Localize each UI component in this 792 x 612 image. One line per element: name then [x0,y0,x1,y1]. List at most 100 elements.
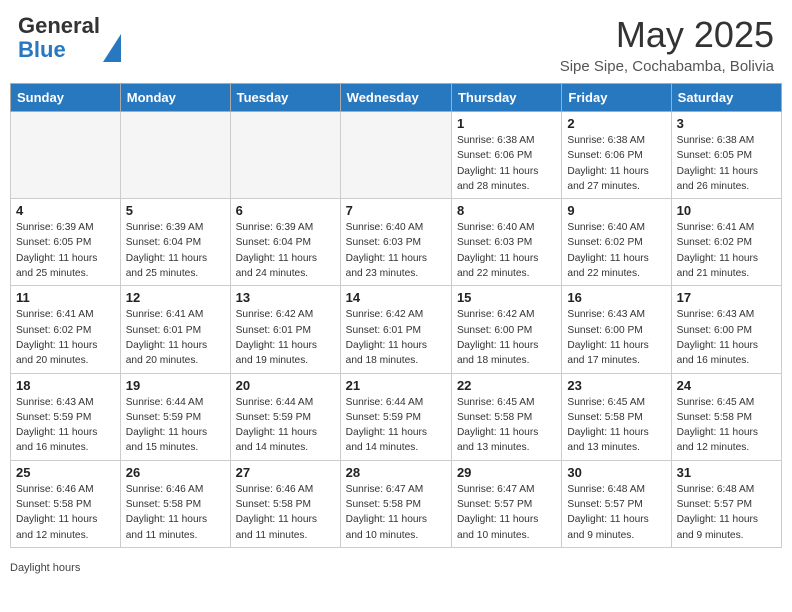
day-info: Sunrise: 6:38 AMSunset: 6:06 PMDaylight:… [457,133,556,194]
calendar-cell: 23Sunrise: 6:45 AMSunset: 5:58 PMDayligh… [562,373,671,460]
day-info: Sunrise: 6:41 AMSunset: 6:02 PMDaylight:… [16,307,115,368]
day-number: 14 [346,290,446,305]
day-info: Sunrise: 6:41 AMSunset: 6:01 PMDaylight:… [126,307,225,368]
day-number: 29 [457,465,556,480]
calendar-cell: 14 Sunrise: 6:42 AMSunset: 6:01 PMDayligh… [340,286,451,373]
day-number: 4 [16,203,115,218]
col-thursday: Thursday [451,84,561,112]
calendar-cell: 27 Sunrise: 6:46 AMSunset: 5:58 PMDayligh… [230,460,340,547]
calendar-cell: 2 Sunrise: 6:38 AMSunset: 6:06 PMDaylight… [562,112,671,199]
calendar-cell: 9Sunrise: 6:40 AMSunset: 6:02 PMDaylight… [562,199,671,286]
day-info: Sunrise: 6:39 AMSunset: 6:05 PMDaylight:… [16,220,115,281]
day-info: Sunrise: 6:39 AMSunset: 6:04 PMDaylight:… [236,220,335,281]
calendar-cell [120,112,230,199]
calendar-week-3: 11 Sunrise: 6:41 AMSunset: 6:02 PMDayligh… [11,286,782,373]
day-number: 11 [16,290,115,305]
calendar-cell: 22 Sunrise: 6:45 AMSunset: 5:58 PMDayligh… [451,373,561,460]
logo-general: General [18,13,100,38]
day-number: 31 [677,465,776,480]
calendar-cell: 15Sunrise: 6:42 AMSunset: 6:00 PMDayligh… [451,286,561,373]
logo-triangle-icon [103,34,121,62]
day-number: 13 [236,290,335,305]
header: General Blue May 2025 Sipe Sipe, Cochaba… [0,0,792,83]
day-number: 5 [126,203,225,218]
calendar-cell: 31 Sunrise: 6:48 AMSunset: 5:57 PMDayligh… [671,460,781,547]
day-number: 30 [567,465,665,480]
day-info: Sunrise: 6:48 AMSunset: 5:57 PMDaylight:… [677,482,776,543]
calendar-cell: 26 Sunrise: 6:46 AMSunset: 5:58 PMDayligh… [120,460,230,547]
day-number: 12 [126,290,225,305]
logo-blue: Blue [18,37,66,62]
day-info: Sunrise: 6:42 AMSunset: 6:01 PMDaylight:… [346,307,446,368]
day-number: 28 [346,465,446,480]
calendar-cell: 13 Sunrise: 6:42 AMSunset: 6:01 PMDayligh… [230,286,340,373]
col-monday: Monday [120,84,230,112]
calendar-cell: 11 Sunrise: 6:41 AMSunset: 6:02 PMDayligh… [11,286,121,373]
day-number: 20 [236,378,335,393]
day-number: 26 [126,465,225,480]
day-number: 6 [236,203,335,218]
subtitle: Sipe Sipe, Cochabamba, Bolivia [560,58,774,75]
calendar-week-5: 25 Sunrise: 6:46 AMSunset: 5:58 PMDayligh… [11,460,782,547]
col-sunday: Sunday [11,84,121,112]
calendar-week-1: 1Sunrise: 6:38 AMSunset: 6:06 PMDaylight… [11,112,782,199]
day-info: Sunrise: 6:46 AMSunset: 5:58 PMDaylight:… [16,482,115,543]
daylight-label: Daylight hours [10,562,80,574]
day-number: 22 [457,378,556,393]
calendar-table: Sunday Monday Tuesday Wednesday Thursday… [10,83,782,548]
day-info: Sunrise: 6:44 AMSunset: 5:59 PMDaylight:… [346,395,446,456]
day-info: Sunrise: 6:46 AMSunset: 5:58 PMDaylight:… [236,482,335,543]
calendar-cell: 16 Sunrise: 6:43 AMSunset: 6:00 PMDayligh… [562,286,671,373]
calendar-cell: 4 Sunrise: 6:39 AMSunset: 6:05 PMDaylight… [11,199,121,286]
day-info: Sunrise: 6:43 AMSunset: 6:00 PMDaylight:… [567,307,665,368]
main-title: May 2025 [560,14,774,56]
day-info: Sunrise: 6:42 AMSunset: 6:01 PMDaylight:… [236,307,335,368]
day-info: Sunrise: 6:45 AMSunset: 5:58 PMDaylight:… [457,395,556,456]
day-number: 25 [16,465,115,480]
day-info: Sunrise: 6:39 AMSunset: 6:04 PMDaylight:… [126,220,225,281]
calendar-cell: 19Sunrise: 6:44 AMSunset: 5:59 PMDayligh… [120,373,230,460]
day-info: Sunrise: 6:47 AMSunset: 5:57 PMDaylight:… [457,482,556,543]
day-info: Sunrise: 6:43 AMSunset: 5:59 PMDaylight:… [16,395,115,456]
day-number: 16 [567,290,665,305]
calendar-cell [340,112,451,199]
calendar-cell: 3Sunrise: 6:38 AMSunset: 6:05 PMDaylight… [671,112,781,199]
calendar-cell: 18 Sunrise: 6:43 AMSunset: 5:59 PMDayligh… [11,373,121,460]
calendar-cell: 10Sunrise: 6:41 AMSunset: 6:02 PMDayligh… [671,199,781,286]
day-info: Sunrise: 6:45 AMSunset: 5:58 PMDaylight:… [677,395,776,456]
calendar-cell: 24Sunrise: 6:45 AMSunset: 5:58 PMDayligh… [671,373,781,460]
calendar-week-4: 18 Sunrise: 6:43 AMSunset: 5:59 PMDayligh… [11,373,782,460]
title-section: May 2025 Sipe Sipe, Cochabamba, Bolivia [560,14,774,75]
calendar-cell: 21 Sunrise: 6:44 AMSunset: 5:59 PMDayligh… [340,373,451,460]
calendar-cell: 8Sunrise: 6:40 AMSunset: 6:03 PMDaylight… [451,199,561,286]
calendar-cell: 12 Sunrise: 6:41 AMSunset: 6:01 PMDayligh… [120,286,230,373]
day-info: Sunrise: 6:38 AMSunset: 6:06 PMDaylight:… [567,133,665,194]
day-number: 2 [567,116,665,131]
day-info: Sunrise: 6:44 AMSunset: 5:59 PMDaylight:… [126,395,225,456]
calendar-cell: 6 Sunrise: 6:39 AMSunset: 6:04 PMDaylight… [230,199,340,286]
day-info: Sunrise: 6:40 AMSunset: 6:03 PMDaylight:… [457,220,556,281]
day-number: 18 [16,378,115,393]
calendar-wrapper: Sunday Monday Tuesday Wednesday Thursday… [0,83,792,558]
calendar-cell: 17Sunrise: 6:43 AMSunset: 6:00 PMDayligh… [671,286,781,373]
day-number: 27 [236,465,335,480]
calendar-cell: 7Sunrise: 6:40 AMSunset: 6:03 PMDaylight… [340,199,451,286]
calendar-cell [230,112,340,199]
col-wednesday: Wednesday [340,84,451,112]
day-number: 23 [567,378,665,393]
logo: General Blue [18,14,121,62]
day-info: Sunrise: 6:41 AMSunset: 6:02 PMDaylight:… [677,220,776,281]
day-number: 21 [346,378,446,393]
col-saturday: Saturday [671,84,781,112]
day-number: 9 [567,203,665,218]
day-info: Sunrise: 6:42 AMSunset: 6:00 PMDaylight:… [457,307,556,368]
calendar-cell [11,112,121,199]
day-number: 7 [346,203,446,218]
day-info: Sunrise: 6:46 AMSunset: 5:58 PMDaylight:… [126,482,225,543]
calendar-cell: 25 Sunrise: 6:46 AMSunset: 5:58 PMDayligh… [11,460,121,547]
calendar-cell: 30Sunrise: 6:48 AMSunset: 5:57 PMDayligh… [562,460,671,547]
calendar-cell: 28Sunrise: 6:47 AMSunset: 5:58 PMDayligh… [340,460,451,547]
calendar-body: 1Sunrise: 6:38 AMSunset: 6:06 PMDaylight… [11,112,782,548]
day-number: 17 [677,290,776,305]
col-tuesday: Tuesday [230,84,340,112]
